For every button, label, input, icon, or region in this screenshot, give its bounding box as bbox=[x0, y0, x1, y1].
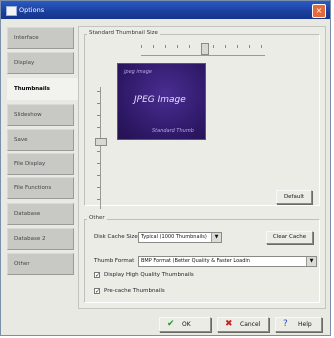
check-icon: ✔ bbox=[167, 319, 175, 329]
hq-thumbnails-checkbox[interactable]: ✓ bbox=[94, 272, 100, 279]
disk-cache-label: Disk Cache Size bbox=[94, 234, 138, 240]
sidebar-item-thumbnails[interactable]: Thumbnails bbox=[7, 78, 79, 100]
disk-cache-value: Typical (1000 Thumbnails) bbox=[141, 234, 207, 240]
thumb-format-select[interactable]: BMP Format (Better Quality & Faster Load… bbox=[138, 256, 317, 267]
thumbnail-preview: jpeg image JPEG Image Standard Thumb bbox=[117, 63, 206, 140]
help-button[interactable]: ? Help bbox=[275, 317, 322, 332]
sidebar-item-database-2[interactable]: Database 2 bbox=[7, 228, 74, 250]
ok-label: OK bbox=[182, 321, 191, 328]
sidebar-item-save[interactable]: Save bbox=[7, 129, 74, 151]
chevron-down-icon: ▼ bbox=[211, 233, 221, 242]
preview-main-text: JPEG Image bbox=[134, 95, 186, 105]
other-group-label: Other bbox=[87, 215, 107, 222]
thumb-width-slider-handle[interactable] bbox=[201, 43, 209, 55]
disk-cache-select[interactable]: Typical (1000 Thumbnails) ▼ bbox=[138, 232, 222, 243]
chevron-down-icon: ▼ bbox=[306, 257, 316, 266]
options-dialog: Options × Interface Display Thumbnails S… bbox=[0, 0, 331, 336]
close-button[interactable]: × bbox=[312, 4, 326, 18]
sidebar-item-file-functions[interactable]: File Functions bbox=[7, 177, 74, 199]
preview-bottom-text: Standard Thumb bbox=[152, 128, 194, 134]
thumb-format-value: BMP Format (Better Quality & Faster Load… bbox=[141, 258, 250, 264]
cancel-button[interactable]: ✖ Cancel bbox=[217, 317, 269, 332]
window-title: Options bbox=[19, 6, 45, 14]
preview-top-text: jpeg image bbox=[124, 69, 152, 75]
sidebar-item-other[interactable]: Other bbox=[7, 253, 74, 275]
help-label: Help bbox=[298, 321, 312, 328]
thumb-height-slider-handle[interactable] bbox=[95, 138, 107, 146]
precache-checkbox[interactable]: ✓ bbox=[94, 288, 100, 295]
thumb-height-slider[interactable] bbox=[97, 87, 109, 209]
sidebar-item-slideshow[interactable]: Slideshow bbox=[7, 104, 74, 126]
thumb-format-label: Thumb Format bbox=[94, 258, 135, 264]
thumb-size-group-label: Standard Thumbnail Size bbox=[87, 30, 160, 37]
ok-button[interactable]: ✔ OK bbox=[159, 317, 211, 332]
question-icon: ? bbox=[283, 319, 288, 329]
sidebar-item-display[interactable]: Display bbox=[7, 52, 74, 74]
default-button[interactable]: Default bbox=[276, 190, 312, 204]
sidebar-item-interface[interactable]: Interface bbox=[7, 27, 74, 49]
precache-label: Pre-cache Thumbnails bbox=[104, 288, 165, 294]
clear-cache-button[interactable]: Clear Cache bbox=[266, 231, 313, 244]
sidebar-item-file-display[interactable]: File Display bbox=[7, 153, 74, 175]
sidebar-item-database[interactable]: Database bbox=[7, 203, 74, 225]
app-icon bbox=[6, 6, 17, 16]
hq-thumbnails-label: Display High Quality Thumbnails bbox=[104, 272, 194, 278]
cancel-label: Cancel bbox=[240, 321, 261, 328]
cancel-x-icon: ✖ bbox=[225, 319, 233, 329]
title-bar[interactable]: Options × bbox=[1, 1, 330, 19]
